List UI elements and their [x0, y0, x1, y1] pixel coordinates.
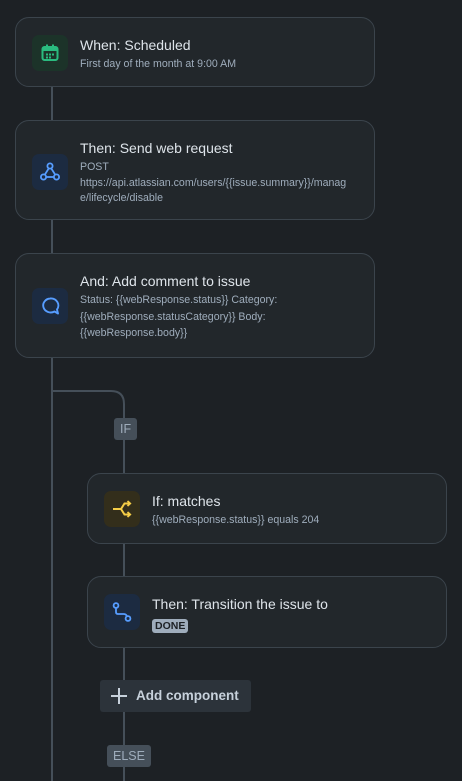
web-request-card[interactable]: Then: Send web request POST https://api.…: [15, 120, 375, 220]
transition-icon: [104, 594, 140, 630]
web-request-url-line-2: e/lifecycle/disable: [80, 192, 164, 204]
transition-card[interactable]: Then: Transition the issue to DONE: [87, 576, 447, 648]
connector-line: [51, 357, 53, 781]
add-comment-card[interactable]: And: Add comment to issue Status: {{webR…: [15, 253, 375, 358]
add-comment-line-1: Status: {{webResponse.status}} Category:: [80, 294, 278, 306]
trigger-title: When: Scheduled: [80, 37, 191, 53]
connector-line: [123, 647, 125, 681]
add-component-button[interactable]: Add component: [100, 680, 251, 712]
comment-icon: [32, 288, 68, 324]
connector-line: [51, 86, 53, 122]
webhook-icon: [32, 154, 68, 190]
connector-line: [51, 219, 53, 255]
connector-line: [123, 543, 125, 577]
transition-title: Then: Transition the issue to: [152, 596, 328, 612]
web-request-title: Then: Send web request: [80, 140, 233, 156]
else-branch-label: ELSE: [107, 745, 151, 767]
if-branch-label: IF: [114, 418, 138, 440]
add-component-label: Add component: [136, 688, 239, 703]
trigger-description: First day of the month at 9:00 AM: [80, 58, 237, 70]
condition-title: If: matches: [152, 493, 221, 509]
web-request-url-line-1: https://api.atlassian.com/users/{{issue.…: [80, 176, 347, 189]
connector-line: [123, 767, 125, 781]
automation-canvas: When: Scheduled First day of the month a…: [0, 0, 462, 781]
calendar-icon: [32, 35, 68, 71]
branch-icon: [104, 491, 140, 527]
connector-line: [123, 711, 125, 745]
add-comment-line-2: {{webResponse.statusCategory}} Body:: [80, 311, 266, 323]
condition-card[interactable]: If: matches {{webResponse.status}} equal…: [87, 473, 447, 544]
condition-description: {{webResponse.status}} equals 204: [152, 514, 320, 526]
web-request-method: POST: [80, 161, 109, 173]
add-comment-line-3: {{webResponse.body}}: [80, 327, 188, 339]
status-lozenge: DONE: [152, 619, 189, 633]
plus-icon: [110, 687, 128, 710]
branch-connector: [52, 390, 125, 420]
connector-line: [123, 440, 125, 474]
add-comment-title: And: Add comment to issue: [80, 273, 251, 289]
trigger-card[interactable]: When: Scheduled First day of the month a…: [15, 17, 375, 87]
transition-status-wrapper: DONE: [152, 616, 189, 634]
